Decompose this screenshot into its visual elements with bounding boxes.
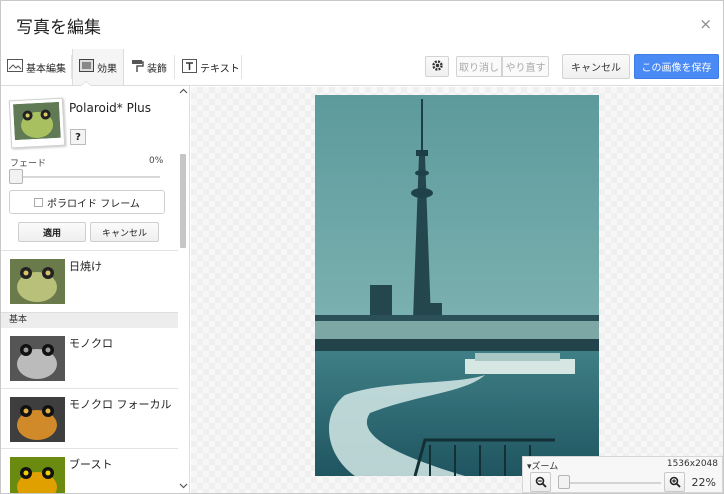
section-header-basic: 基本 [1,312,178,328]
zoom-title-label: ズーム [531,462,559,472]
zoom-panel: ▾ズーム 1536x2048 22% [522,456,723,493]
image-dimensions: 1536x2048 [666,459,718,469]
polaroid-frame-toggle[interactable]: ポラロイド フレーム [9,190,165,214]
zoom-slider-handle[interactable] [558,475,570,489]
dialog-title: 写真を編集 [16,18,101,38]
effect-item-label: モノクロ [69,337,113,350]
effect-thumbnail [10,336,65,381]
save-button[interactable]: この画像を保存 [634,54,719,79]
close-icon[interactable]: × [699,15,712,33]
undo-button[interactable]: 取り消し [456,56,502,77]
effect-thumbnail [10,259,65,304]
frame-label: ポラロイド フレーム [47,198,140,210]
effects-icon [79,59,94,75]
image-icon [7,59,23,75]
effect-thumbnail [10,457,65,493]
effect-cancel-button[interactable]: キャンセル [90,222,159,242]
tab-decorations[interactable]: 装飾 [125,49,173,85]
frame-checkbox[interactable] [34,197,44,207]
zoom-percent: 22% [691,476,716,489]
zoom-slider-track[interactable] [560,482,661,484]
fade-slider-handle[interactable] [9,169,23,184]
panel-scrollbar-thumb[interactable] [180,154,186,248]
photo-editor-dialog: 写真を編集 × 基本編集 効果 装飾 テキスト 取り消し やり直す キャンセル … [0,0,724,494]
settings-button[interactable] [425,56,449,77]
tab-label: 装飾 [147,63,167,75]
fade-slider-track[interactable] [10,176,160,178]
gear-icon [431,59,444,75]
edited-photo[interactable] [315,95,599,476]
zoom-in-icon [669,473,681,492]
chevron-up-icon[interactable] [178,86,189,96]
tab-divider [241,55,242,79]
chevron-down-icon[interactable] [178,481,189,491]
zoom-out-button[interactable] [530,472,551,492]
tab-label: 効果 [97,63,117,75]
fade-label: フェード [10,159,47,169]
effect-item-label: モノクロ フォーカル [69,398,172,411]
image-canvas[interactable] [191,87,723,493]
tab-label: テキスト [200,63,240,75]
effect-item-sunburn[interactable]: 日焼け [1,250,178,310]
zoom-in-button[interactable] [664,472,685,492]
zoom-toggle[interactable]: ▾ズーム [527,459,558,472]
effect-item-label: ブースト [69,458,113,471]
tab-label: 基本編集 [26,63,66,75]
effect-item-boost[interactable]: ブースト [1,448,178,493]
tab-effects[interactable]: 効果 [72,49,124,85]
selected-effect: Polaroid* Plus ? フェード 0% ポラロイド フレーム 適用 キ… [1,86,178,250]
effect-thumbnail [8,97,66,149]
effect-item-monochrome-focal[interactable]: モノクロ フォーカル [1,388,178,448]
panel-scrollbar[interactable] [178,86,189,493]
toolbar: 基本編集 効果 装飾 テキスト 取り消し やり直す キャンセル この画像を保存 [1,49,723,86]
apply-button[interactable]: 適用 [18,222,86,242]
redo-button[interactable]: やり直す [502,56,549,77]
effect-name: Polaroid* Plus [69,101,152,115]
tab-text[interactable]: テキスト [176,49,246,85]
tab-basic-edit[interactable]: 基本編集 [1,49,72,85]
fade-value: 0% [149,156,164,166]
effect-thumbnail [10,397,65,442]
title-bar: 写真を編集 × [1,1,723,49]
help-button[interactable]: ? [70,129,86,145]
paint-roller-icon [131,59,144,76]
zoom-out-icon [535,473,547,492]
cancel-button[interactable]: キャンセル [562,54,630,79]
text-icon [182,58,197,76]
effect-item-label: 日焼け [69,260,102,273]
effects-panel: Polaroid* Plus ? フェード 0% ポラロイド フレーム 適用 キ… [1,86,190,493]
effect-item-monochrome[interactable]: モノクロ [1,328,178,388]
tab-divider [174,55,175,79]
